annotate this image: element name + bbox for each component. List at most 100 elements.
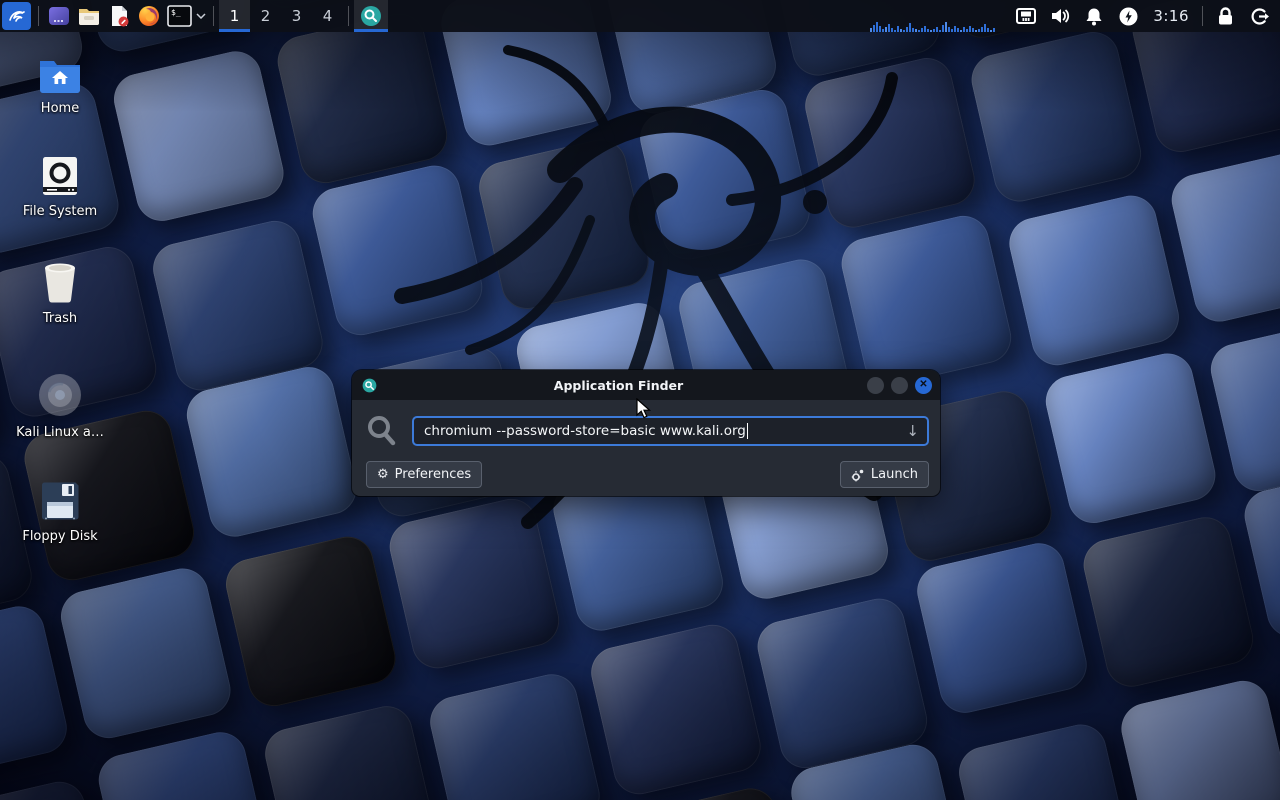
- file-manager-launcher[interactable]: [74, 1, 104, 31]
- audio-visualizer-bar: [870, 28, 872, 32]
- launcher-dropdown-chevron-icon[interactable]: [194, 1, 208, 31]
- panel-left: $_ 1 2 3 4: [0, 0, 388, 32]
- minimize-button[interactable]: [867, 377, 884, 394]
- audio-visualizer-bar: [924, 26, 926, 32]
- audio-visualizer-bar: [954, 26, 956, 32]
- audio-visualizer-bar: [990, 30, 992, 32]
- trash-bucket-icon: [39, 260, 81, 304]
- search-icon: [366, 414, 398, 448]
- audio-visualizer-bar: [876, 22, 878, 32]
- floppy-disk-icon: [39, 480, 81, 522]
- panel-separator: [38, 6, 39, 26]
- audio-visualizer-bar: [888, 24, 890, 32]
- terminal-emulator-launcher[interactable]: [44, 1, 74, 31]
- audio-visualizer-bar: [939, 30, 941, 32]
- svg-text:$_: $_: [171, 8, 181, 17]
- workspace-button-3[interactable]: 3: [281, 0, 312, 32]
- launch-button-label: Launch: [871, 467, 918, 482]
- logout-icon[interactable]: [1242, 0, 1276, 32]
- workspace-switcher: 1 2 3 4: [219, 0, 343, 32]
- desktop-icon-floppy-disk[interactable]: Floppy Disk: [8, 480, 112, 544]
- workspace-button-4[interactable]: 4: [312, 0, 343, 32]
- audio-visualizer-bar: [975, 30, 977, 32]
- desktop-icon-label: Trash: [43, 311, 77, 326]
- desktop-icon-home[interactable]: Home: [8, 58, 112, 116]
- audio-visualizer-bar: [903, 30, 905, 32]
- taskbar-item-application-finder[interactable]: [354, 0, 388, 32]
- window-title: Application Finder: [377, 378, 860, 393]
- mouse-cursor: [636, 398, 652, 420]
- audio-visualizer-bar: [945, 22, 947, 32]
- preferences-button[interactable]: ⚙ Preferences: [366, 461, 482, 488]
- text-editor-launcher[interactable]: [104, 1, 134, 31]
- desktop-icon-label: File System: [23, 204, 97, 219]
- terminal-icon: $_: [167, 5, 192, 27]
- audio-visualizer-bar: [936, 27, 938, 32]
- panel-separator: [1202, 6, 1203, 26]
- workspace-button-2[interactable]: 2: [250, 0, 281, 32]
- desktop-icon-file-system[interactable]: File System: [8, 155, 112, 219]
- network-icon[interactable]: [1009, 0, 1043, 32]
- clock[interactable]: 3:16: [1145, 7, 1197, 25]
- audio-visualizer-bar: [921, 28, 923, 32]
- kali-cd-icon: [37, 372, 83, 418]
- audio-visualizer-bar: [993, 28, 995, 32]
- audio-visualizer-bar: [951, 29, 953, 32]
- search-input[interactable]: chromium --password-store=basic www.kali…: [412, 416, 929, 446]
- file-manager-icon: [77, 4, 101, 28]
- close-button[interactable]: ✕: [915, 377, 932, 394]
- audio-visualizer-bar: [957, 28, 959, 32]
- maximize-button[interactable]: [891, 377, 908, 394]
- audio-visualizer-bar: [882, 29, 884, 32]
- audio-visualizer-bar: [942, 25, 944, 32]
- audio-visualizer-bar: [981, 27, 983, 32]
- firefox-icon: [137, 4, 161, 28]
- audio-visualizer-bar: [915, 29, 917, 32]
- audio-visualizer-bar: [906, 27, 908, 32]
- audio-visualizer-bar: [900, 29, 902, 32]
- notifications-bell-icon[interactable]: [1077, 0, 1111, 32]
- desktop-icon-label: Floppy Disk: [22, 529, 97, 544]
- panel-separator: [213, 6, 214, 26]
- firefox-launcher[interactable]: [134, 1, 164, 31]
- gear-icon: ⚙: [377, 468, 389, 481]
- audio-visualizer: [870, 20, 995, 32]
- lock-screen-icon[interactable]: [1208, 0, 1242, 32]
- volume-icon[interactable]: [1043, 0, 1077, 32]
- audio-visualizer-bar: [960, 30, 962, 32]
- audio-visualizer-bar: [885, 27, 887, 32]
- workspace-button-1[interactable]: 1: [219, 0, 250, 32]
- audio-visualizer-bar: [909, 23, 911, 32]
- launch-button[interactable]: Launch: [840, 461, 929, 488]
- audio-visualizer-bar: [984, 24, 986, 32]
- panel-right: 3:16: [870, 0, 1280, 32]
- titlebar[interactable]: Application Finder ✕: [352, 370, 940, 400]
- power-manager-icon[interactable]: [1111, 0, 1145, 32]
- audio-visualizer-bar: [948, 27, 950, 32]
- audio-visualizer-bar: [873, 25, 875, 32]
- desktop-icon-label: Home: [41, 101, 79, 116]
- audio-visualizer-bar: [987, 28, 989, 32]
- terminal-launcher[interactable]: $_: [164, 1, 194, 31]
- audio-visualizer-bar: [972, 28, 974, 32]
- applications-menu-button[interactable]: [2, 2, 31, 30]
- audio-visualizer-bar: [966, 29, 968, 32]
- desktop-icon-kali-linux[interactable]: Kali Linux a…: [8, 372, 112, 440]
- application-finder-window: Application Finder ✕ chromium --password…: [352, 370, 940, 496]
- desktop-icon-trash[interactable]: Trash: [8, 260, 112, 326]
- file-system-drive-icon: [40, 155, 80, 197]
- audio-visualizer-bar: [963, 27, 965, 32]
- audio-visualizer-bar: [978, 29, 980, 32]
- audio-visualizer-bar: [897, 26, 899, 32]
- text-editor-icon: [107, 4, 131, 28]
- window-finder-icon: [362, 378, 377, 393]
- audio-visualizer-bar: [894, 30, 896, 32]
- kali-logo-icon: [7, 6, 27, 26]
- home-folder-icon: [38, 58, 82, 94]
- search-input-value: chromium --password-store=basic www.kali…: [424, 423, 746, 439]
- history-dropdown-icon[interactable]: ↓: [906, 422, 919, 440]
- audio-visualizer-bar: [912, 28, 914, 32]
- audio-visualizer-bar: [927, 29, 929, 32]
- panel-separator: [348, 6, 349, 26]
- launch-icon: [851, 468, 865, 482]
